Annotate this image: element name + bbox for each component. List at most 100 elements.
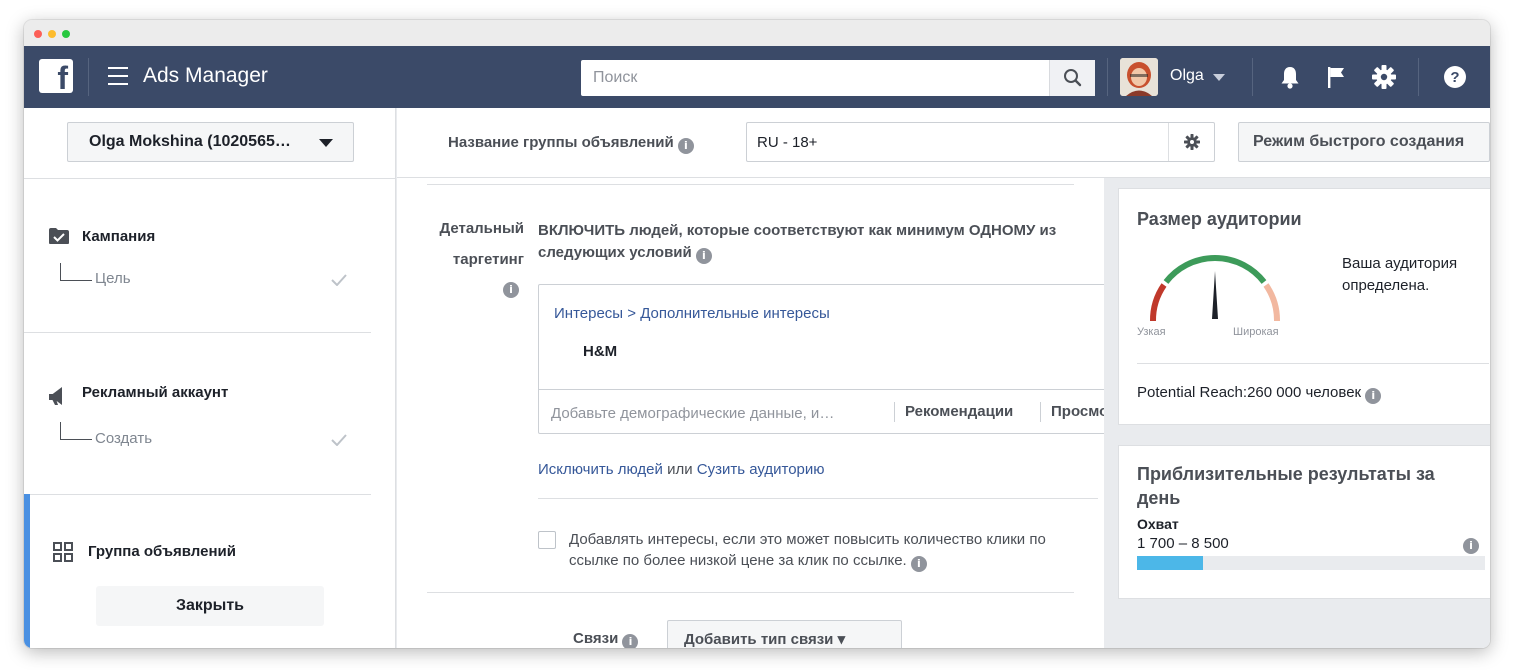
reach-metric-range: 1 700 – 8 500 [1137,535,1229,552]
ad-group-name-value[interactable]: RU - 18+ [757,134,817,151]
avatar-image [1120,58,1158,96]
recommendations-button[interactable]: Рекомендации [905,403,1013,420]
active-indicator [24,494,30,648]
search-input[interactable] [581,60,1049,96]
nav-ad-account-create[interactable]: Создать [95,430,152,447]
window-titlebar [24,20,1490,46]
crumb-separator: > [623,305,641,322]
exclude-narrow-links: Исключить людей или Сузить аудиторию [538,461,825,478]
info-icon[interactable]: i [1463,538,1479,554]
potential-reach: Potential Reach:260 000 человек i [1137,384,1382,404]
tree-connector [60,263,92,281]
reach-metric-label: Охват [1137,516,1179,532]
nav-campaign[interactable]: Кампания [82,228,155,245]
flag-icon[interactable] [1322,63,1350,91]
expand-interests-checkbox[interactable] [538,531,556,549]
expand-text-line2: ссылке по более низкой цене за клик по с… [569,552,907,569]
search-button[interactable] [1049,60,1095,96]
divider [1040,402,1041,422]
ad-group-name-field[interactable]: RU - 18+ [746,122,1215,162]
zoom-window-button[interactable] [62,30,70,38]
megaphone-icon [49,387,62,405]
reach-bar-fill [1137,556,1204,570]
nav-campaign-objective[interactable]: Цель [95,270,131,287]
estimated-results-card: Приблизительные результаты за день Охват… [1119,446,1490,598]
main-area: Название группы объявлений i RU - 18+ Ре… [397,108,1490,648]
close-button[interactable]: Закрыть [96,586,324,626]
divider [427,592,1074,593]
connections-label-text: Связи [573,630,619,647]
detailed-targeting-label-1: Детальный [439,220,524,237]
info-icon[interactable]: i [1365,388,1382,404]
divider [88,58,89,96]
targeting-breadcrumb[interactable]: Интересы > Дополнительные интересы [554,305,830,322]
ad-set-grid-icon [53,542,73,562]
browse-button[interactable]: Просмотр [1051,403,1104,420]
gear-icon [1184,134,1200,150]
exclude-people-link[interactable]: Исключить людей [538,461,663,478]
targeting-box: Интересы > Дополнительные интересы H&M Д… [538,284,1104,434]
ad-group-name-label: Название группы объявлений i [448,134,694,154]
nav-ad-group[interactable]: Группа объявлений [88,543,236,560]
hamburger-icon[interactable] [108,67,128,85]
divider [24,494,371,495]
divider [1137,363,1489,364]
app-window: f Ads Manager Olga [24,20,1490,648]
help-icon[interactable]: ? [1442,64,1468,90]
connections-label: Связи i [573,630,639,648]
facebook-logo-icon[interactable]: f [39,59,73,95]
divider [1252,58,1253,96]
include-text-line1: ВКЛЮЧИТЬ людей, которые соответствуют ка… [538,222,1057,239]
info-icon[interactable]: i [695,248,712,264]
divider [538,498,1098,499]
info-icon[interactable]: i [622,634,639,648]
gear-icon[interactable] [1370,63,1398,91]
targeting-search-input[interactable]: Добавьте демографические данные, и… [551,405,834,422]
quick-creation-mode-button[interactable]: Режим быстрого создания [1238,122,1490,162]
include-text-line2: следующих условий [538,244,692,261]
add-connection-button[interactable]: Добавить тип связи ▾ [667,620,902,648]
audience-status: Ваша аудитория определена. [1342,253,1457,297]
info-icon[interactable]: i [503,282,519,298]
audience-status-line2: определена. [1342,277,1430,294]
bell-icon[interactable] [1276,63,1304,91]
divider [1107,58,1108,96]
narrow-label: Узкая [1137,326,1166,338]
estimated-results-title: Приблизительные результаты за день [1137,464,1435,508]
audience-gauge [1149,254,1281,322]
or-text: или [667,461,693,478]
right-panel: Размер аудитории Узкая Широкая Ваша ауди… [1104,178,1490,648]
info-icon[interactable]: i [677,138,694,154]
expand-interests-text: Добавлять интересы, если это может повыс… [569,529,1104,572]
account-selector[interactable]: Olga Mokshina (1020565… [67,122,354,162]
reach-label: Potential Reach: [1137,384,1248,401]
divider [427,184,1074,185]
account-label: Olga Mokshina (1020565… [89,133,291,150]
close-window-button[interactable] [34,30,42,38]
include-description: ВКЛЮЧИТЬ людей, которые соответствуют ка… [538,220,1104,264]
svg-text:?: ? [1450,69,1459,86]
crumb-subcategory[interactable]: Дополнительные интересы [640,305,830,322]
minimize-window-button[interactable] [48,30,56,38]
ad-group-name-bar: Название группы объявлений i RU - 18+ Ре… [397,108,1490,178]
chevron-down-icon[interactable] [1213,74,1225,81]
narrow-audience-link[interactable]: Сузить аудиторию [697,461,825,478]
app-title[interactable]: Ads Manager [143,64,268,88]
avatar[interactable] [1120,58,1158,96]
checkmark-icon [331,274,347,286]
name-settings-button[interactable] [1168,123,1214,161]
user-name[interactable]: Olga [1170,67,1204,85]
crumb-category[interactable]: Интересы [554,305,623,322]
reach-bar-track [1137,556,1485,570]
broad-label: Широкая [1233,326,1279,338]
checkmark-icon [331,434,347,446]
nav-ad-account[interactable]: Рекламный аккаунт [82,384,228,401]
search-icon [1064,69,1082,87]
add-connection-label: Добавить тип связи [684,631,834,648]
reach-value: 260 000 человек [1247,384,1362,401]
tree-connector [60,422,92,440]
divider [894,402,895,422]
info-icon[interactable]: i [910,556,927,572]
expand-text-line1: Добавлять интересы, если это может повыс… [569,531,1046,548]
selected-interest-tag[interactable]: H&M [583,343,617,360]
